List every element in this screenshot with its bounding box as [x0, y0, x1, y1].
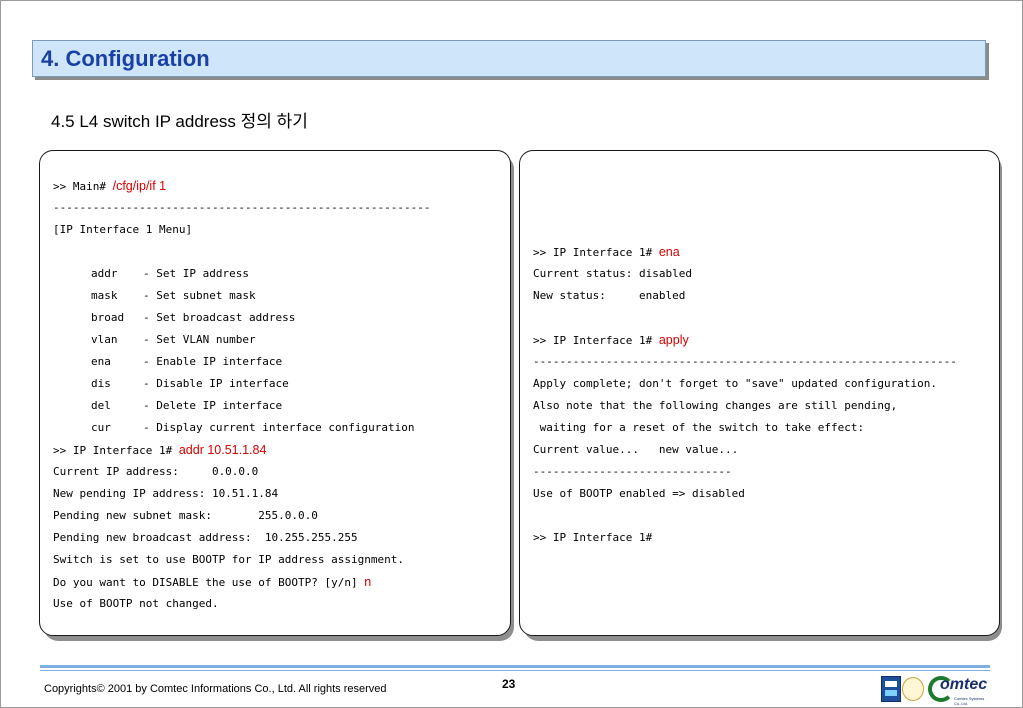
command-input: /cfg/ip/if 1	[112, 179, 167, 193]
output-line: Use of BOOTP not changed.	[53, 597, 219, 610]
output-line: New pending IP address: 10.51.1.84	[53, 487, 279, 500]
output-line: Apply complete; don't forget to "save" u…	[533, 377, 937, 390]
output-line: Pending new broadcast address: 10.255.25…	[53, 531, 358, 544]
right-terminal-panel: >> IP Interface 1# ena Current status: d…	[519, 150, 1000, 636]
answer-input: n	[364, 575, 372, 589]
output-line: Current value... new value...	[533, 443, 739, 456]
left-terminal-panel: >> Main# /cfg/ip/if 1 ------------------…	[39, 150, 511, 636]
menu-desc: - Disable IP interface	[143, 377, 289, 390]
left-terminal-text: >> Main# /cfg/ip/if 1 ------------------…	[53, 175, 503, 625]
comtec-logo-word: omtec	[940, 676, 988, 693]
prompt: >> IP Interface 1#	[533, 246, 659, 259]
menu-desc: - Set subnet mask	[143, 289, 256, 302]
command-input: ena	[658, 245, 680, 259]
menu-desc: - Set broadcast address	[143, 311, 296, 324]
output-line: Current status: disabled	[533, 267, 692, 280]
output-line: Use of BOOTP enabled => disabled	[533, 487, 745, 500]
menu-item-del: del - Delete IP interface	[91, 373, 282, 412]
award-seal-icon	[902, 677, 924, 701]
right-terminal-text: >> IP Interface 1# ena Current status: d…	[533, 241, 993, 621]
terminal-line: Do you want to DISABLE the use of BOOTP?…	[53, 571, 371, 593]
prompt: >> IP Interface 1#	[533, 334, 659, 347]
divider-line: ----------------------------------------…	[533, 355, 957, 368]
comtec-logo: omtec Comtec Systems Co.,Ltd.	[928, 674, 990, 706]
menu-item-dis: dis - Disable IP interface	[91, 351, 289, 390]
title-bar: 4. Configuration	[32, 40, 986, 77]
question: Do you want to DISABLE the use of BOOTP?…	[53, 576, 365, 589]
prompt: >> IP Interface 1#	[53, 444, 179, 457]
divider-line: ------------------------------	[533, 465, 732, 478]
terminal-line: >> IP Interface 1# apply	[533, 329, 689, 351]
prompt: >> Main#	[53, 180, 113, 193]
menu-title: [IP Interface 1 Menu]	[53, 223, 193, 236]
menu-desc: - Enable IP interface	[143, 355, 283, 368]
output-line: Current IP address: 0.0.0.0	[53, 465, 259, 478]
menu-item-addr: addr - Set IP address	[91, 241, 249, 280]
footer-rule-thin	[40, 670, 990, 671]
menu-item-cur: cur - Display current interface configura…	[91, 395, 415, 434]
menu-item-ena: ena - Enable IP interface	[91, 329, 282, 368]
comtec-logo-tagline: Comtec Systems Co.,Ltd.	[954, 696, 985, 706]
output-line: Also note that the following changes are…	[533, 399, 898, 412]
menu-desc: - Delete IP interface	[143, 399, 283, 412]
command-input: addr 10.51.1.84	[178, 443, 267, 457]
output-line: Pending new subnet mask: 255.0.0.0	[53, 509, 318, 522]
footer-rule	[40, 665, 990, 668]
menu-key: cur	[91, 421, 111, 434]
prompt: >> IP Interface 1#	[533, 531, 653, 544]
terminal-line: >> IP Interface 1# addr 10.51.1.84	[53, 439, 266, 461]
certification-logo-icon	[881, 676, 901, 702]
section-subtitle: 4.5 L4 switch IP address 정의 하기	[51, 112, 308, 131]
menu-desc: - Display current interface configuratio…	[143, 421, 415, 434]
menu-desc: - Set VLAN number	[143, 333, 256, 346]
terminal-line: >> Main# /cfg/ip/if 1	[53, 175, 166, 197]
menu-desc: - Set IP address	[143, 267, 249, 280]
page-title: 4. Configuration	[41, 45, 210, 71]
command-input: apply	[658, 333, 689, 347]
menu-item-mask: mask - Set subnet mask	[91, 263, 256, 302]
menu-item-broad: broad - Set broadcast address	[91, 285, 295, 324]
terminal-line: >> IP Interface 1# ena	[533, 241, 680, 263]
divider-line: ----------------------------------------…	[53, 201, 431, 214]
menu-item-vlan: vlan - Set VLAN number	[91, 307, 256, 346]
output-line: waiting for a reset of the switch to tak…	[533, 421, 865, 434]
output-line: Switch is set to use BOOTP for IP addres…	[53, 553, 404, 566]
output-line: New status: enabled	[533, 289, 686, 302]
copyright-text: Copyrights© 2001 by Comtec Informations …	[44, 683, 387, 695]
page-number: 23	[502, 677, 516, 691]
